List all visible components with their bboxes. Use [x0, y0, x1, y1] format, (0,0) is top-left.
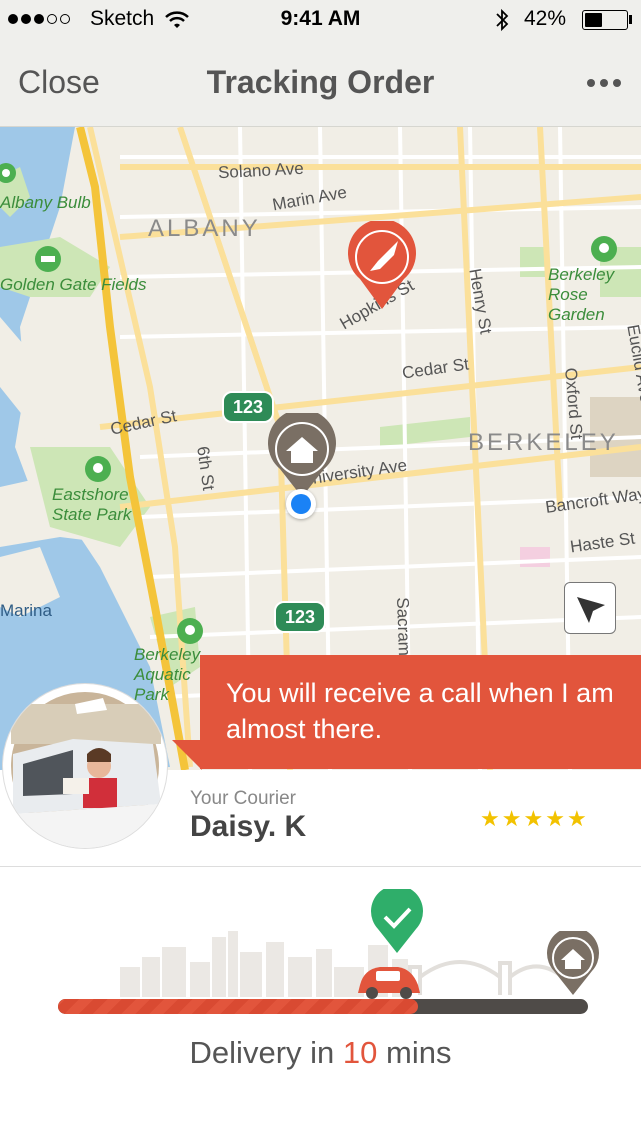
home-location-pin[interactable]: [266, 413, 338, 499]
city-label: BERKELEY: [468, 429, 619, 456]
more-dot: [600, 79, 608, 87]
star-icon: ★: [566, 806, 587, 831]
highway-shield: 123: [274, 601, 326, 633]
city-skyline: [120, 931, 560, 997]
park-pin-icon: [177, 618, 203, 644]
bubble-tail: [172, 740, 202, 770]
eta-suffix: mins: [386, 1035, 452, 1070]
star-icon: ★: [545, 806, 565, 831]
delivery-status: Delivery in 10 mins: [0, 867, 641, 1137]
more-options-button[interactable]: [582, 74, 621, 92]
car-icon: [358, 967, 420, 999]
park-label: Golden Gate Fields: [0, 275, 147, 294]
more-dot: [613, 79, 621, 87]
courier-name: Daisy. K: [190, 810, 307, 843]
park-label: Albany Bulb: [0, 193, 91, 212]
eta-prefix: Delivery in: [189, 1035, 335, 1070]
courier-message: You will receive a call when I am almost…: [226, 678, 614, 744]
order-confirmed-pin: [371, 889, 423, 953]
bluetooth-icon: [496, 8, 509, 32]
status-bar: Sketch 9:41 AM 42%: [0, 0, 641, 40]
navigation-arrow-icon: [577, 597, 605, 623]
city-label: ALBANY: [148, 215, 261, 242]
battery-icon: [582, 10, 628, 30]
current-location-dot: [286, 489, 316, 519]
avatar-photo: [11, 692, 161, 848]
park-pin-icon: [0, 163, 16, 183]
battery-percent: 42%: [524, 7, 567, 30]
park-label: Berkeley Rose Garden: [548, 265, 615, 324]
nav-bar: Close Tracking Order: [0, 40, 641, 127]
courier-message-bubble: You will receive a call when I am almost…: [200, 655, 641, 769]
close-button[interactable]: Close: [18, 64, 100, 101]
battery-tip: [629, 15, 632, 24]
delivery-progress-bar: [58, 999, 588, 1014]
park-label: Eastshore State Park: [52, 485, 132, 524]
locate-me-button[interactable]: [564, 582, 616, 634]
battery-fill: [585, 13, 602, 27]
destination-pin: [547, 931, 599, 995]
park-pin-icon: [591, 236, 617, 262]
star-icon: ★: [480, 806, 500, 831]
star-icon: ★: [501, 806, 522, 831]
courier-rating: ★★★★★: [480, 806, 589, 832]
delivery-progress-fill: [58, 999, 419, 1014]
place-label: Marina: [0, 601, 52, 620]
courier-caption: Your Courier: [190, 788, 296, 809]
courier-avatar[interactable]: [3, 684, 167, 848]
park-pin-icon: [35, 246, 61, 272]
delivery-eta: Delivery in 10 mins: [0, 1035, 641, 1071]
park-pin-icon: [85, 456, 111, 482]
star-icon: ★: [523, 806, 544, 831]
eta-minutes: 10: [342, 1035, 378, 1070]
more-dot: [587, 79, 595, 87]
courier-location-pin[interactable]: [346, 221, 418, 311]
